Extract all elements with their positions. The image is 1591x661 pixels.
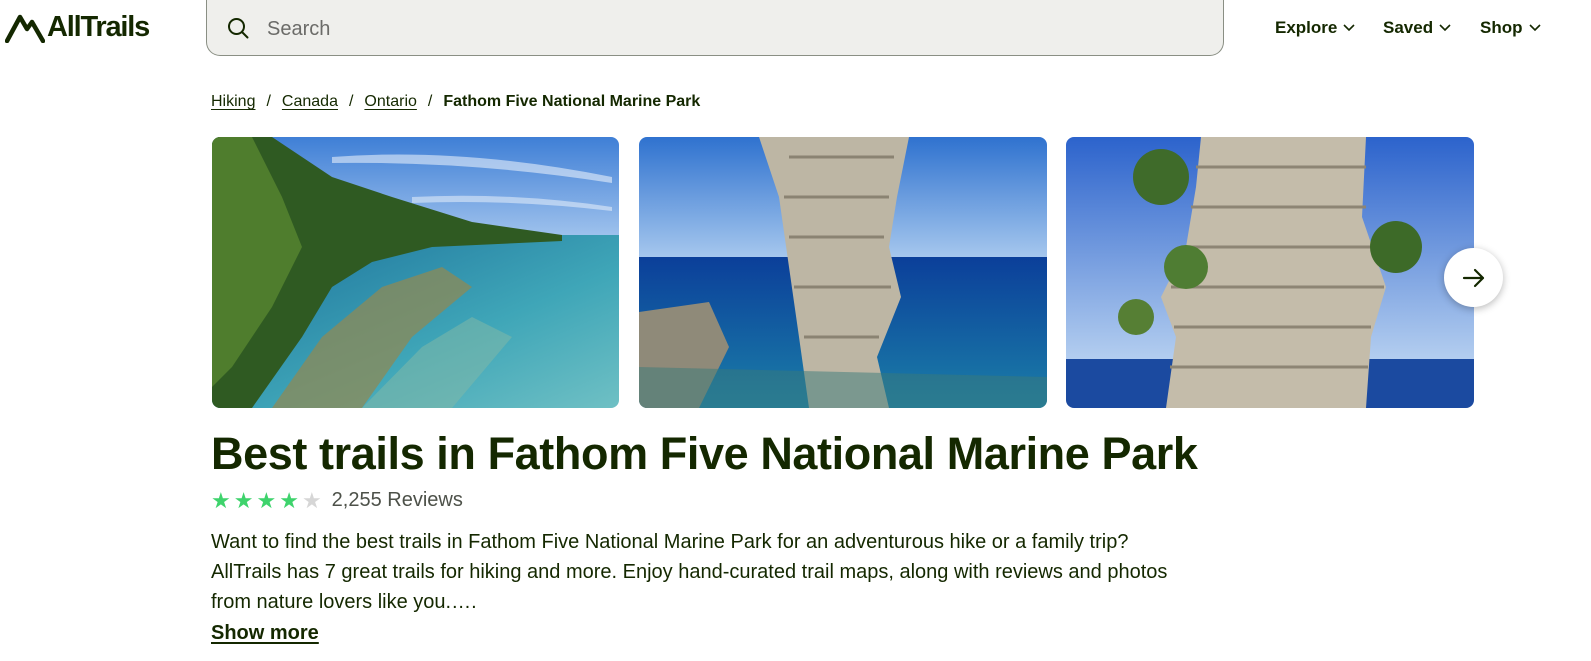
breadcrumb-current: Fathom Five National Marine Park [443,93,701,110]
alltrails-logo[interactable]: AllTrails [5,10,150,43]
flowerpot-rock-photo[interactable] [639,137,1047,408]
lakeshore-photo[interactable] [212,137,619,408]
park-description: Want to find the best trails in Fathom F… [211,531,1168,613]
breadcrumb-separator: / [427,93,433,110]
nav-shop-label: Shop [1480,18,1523,37]
gallery-next-button[interactable] [1444,248,1503,307]
search-bar[interactable] [206,0,1224,58]
breadcrumb-canada[interactable]: Canada [282,93,338,111]
review-count[interactable]: 2,255 Reviews [332,489,463,512]
star-icon: ★ [301,487,322,513]
breadcrumb-separator: / [266,93,271,110]
lakeshore-image [212,137,619,408]
star-icon: ★ [233,487,254,513]
chevron-down-icon [1528,24,1541,32]
nav-explore-label: Explore [1275,18,1338,37]
nav-shop[interactable]: Shop [1480,18,1541,38]
flowerpot-rock-closeup-image [1066,137,1474,408]
flowerpot-rock-image [639,137,1047,408]
page-title: Best trails in Fathom Five National Mari… [211,428,1198,479]
star-rating: ★ ★ ★ ★ ★ [211,487,322,513]
chevron-down-icon [1343,24,1355,32]
nav-saved-label: Saved [1383,18,1434,37]
search-icon [228,18,249,39]
breadcrumb: Hiking / Canada / Ontario / Fathom Five … [211,93,700,111]
breadcrumb-hiking[interactable]: Hiking [211,93,255,111]
chevron-down-icon [1439,24,1451,32]
rating-summary: ★ ★ ★ ★ ★ 2,255 Reviews [211,489,463,512]
mountain-logo-icon [5,14,45,43]
star-icon: ★ [256,487,277,513]
breadcrumb-ontario[interactable]: Ontario [364,93,416,111]
logo-text: AllTrails [47,10,150,43]
flowerpot-rock-closeup-photo[interactable] [1066,137,1474,408]
arrow-right-icon [1462,268,1484,287]
nav-saved[interactable]: Saved [1383,18,1451,38]
search-input[interactable] [265,0,1169,58]
nav-explore[interactable]: Explore [1275,18,1355,38]
star-icon: ★ [279,487,299,513]
star-icon: ★ [211,487,231,513]
show-more-link[interactable]: Show more [211,622,319,645]
breadcrumb-separator: / [348,93,354,110]
